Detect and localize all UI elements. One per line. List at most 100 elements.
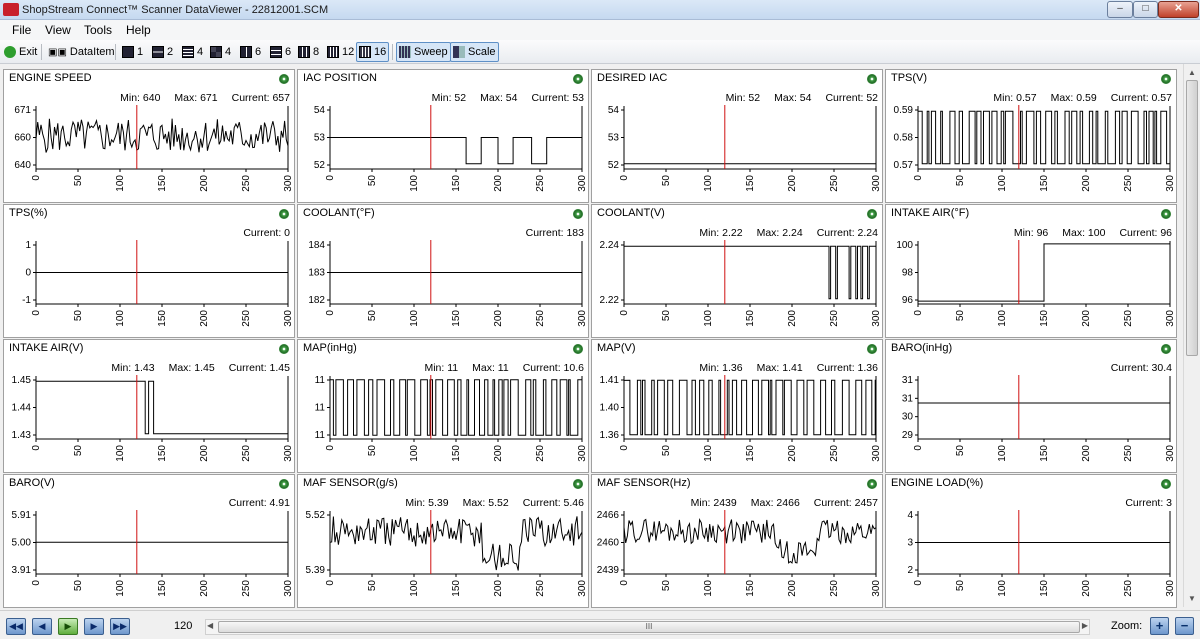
panel-select-icon[interactable] [279, 344, 289, 354]
layout-12-button[interactable]: 12 [325, 42, 356, 62]
plot-axes [917, 106, 1171, 170]
x-tick-label: 300 [871, 310, 882, 327]
max-value: Max: 1.45 [168, 362, 215, 374]
sensor-trace [330, 137, 582, 165]
panel-maf-sensor-hz[interactable]: MAF SENSOR(Hz) Min: 2439 Max: 2466 Current:… [591, 474, 883, 608]
panel-baro-inhg[interactable]: BARO(inHg) Current: 30.4 31 31 30 29 0 50 100 150… [885, 339, 1177, 473]
sweep-button[interactable]: Sweep [396, 42, 451, 62]
panel-select-icon[interactable] [573, 344, 583, 354]
skip-to-end-icon[interactable]: ▶▶ [110, 618, 130, 635]
y-tick-label: 2439 [597, 565, 620, 576]
y-tick-label: 5.00 [12, 538, 32, 549]
layout-16-button[interactable]: 16 [356, 42, 390, 62]
panel-stats: Min: 5.39 Max: 5.52 Current: 5.46 [391, 497, 584, 509]
step-forward-icon[interactable]: ▶ [84, 618, 104, 635]
y-tick-label: 1.44 [12, 403, 32, 414]
vertical-scrollbar[interactable]: ▲ ▼ [1183, 64, 1200, 607]
x-tick-label: 250 [535, 445, 546, 462]
menu-tools[interactable]: Tools [84, 23, 112, 37]
panel-desired-iac[interactable]: DESIRED IAC Min: 52 Max: 54 Current: 52 54 53… [591, 69, 883, 203]
panel-select-icon[interactable] [867, 479, 877, 489]
x-tick-label: 200 [493, 175, 504, 192]
menu-bar: File View Tools Help [0, 20, 1200, 40]
panel-select-icon[interactable] [279, 479, 289, 489]
panel-select-icon[interactable] [1161, 209, 1171, 219]
x-tick-label: 100 [997, 310, 1008, 327]
panel-intake-air-f[interactable]: INTAKE AIR(°F) Min: 96 Max: 100 Current: 96… [885, 204, 1177, 338]
min-value: Min: 2439 [690, 497, 737, 509]
layout-4b-button[interactable]: 4 [208, 42, 233, 62]
scale-button[interactable]: Scale [450, 42, 499, 62]
sensor-graph: 2.24 2.22 0 50 100 150 200 250 300 [600, 240, 882, 327]
skip-to-start-icon[interactable]: ◀◀ [6, 618, 26, 635]
scroll-left-icon[interactable]: ◀ [207, 621, 213, 630]
menu-file[interactable]: File [12, 23, 31, 37]
toolbar-separator [392, 44, 393, 60]
x-tick-label: 50 [367, 580, 378, 592]
current-value: Current: 0 [243, 227, 290, 239]
panel-tps-v[interactable]: TPS(V) Min: 0.57 Max: 0.59 Current: 0.57 0.5… [885, 69, 1177, 203]
panel-iac-position[interactable]: IAC POSITION Min: 52 Max: 54 Current: 53 54 5… [297, 69, 589, 203]
panel-intake-air-v[interactable]: INTAKE AIR(V) Min: 1.43 Max: 1.45 Current: … [3, 339, 295, 473]
close-button[interactable]: ✕ [1158, 1, 1199, 18]
layout-1-button[interactable]: 1 [120, 42, 145, 62]
panel-tps[interactable]: TPS(%) Current: 0 1 0 -1 0 50 100 150 200 250 300 [3, 204, 295, 338]
layout-6a-button[interactable]: 6 [238, 42, 263, 62]
sensor-graph: 4 3 20 50 100 150 200 250 300 [907, 510, 1176, 597]
menu-help[interactable]: Help [126, 23, 151, 37]
x-tick-label: 0 [619, 580, 630, 586]
panel-engine-speed[interactable]: ENGINE SPEED Min: 640 Max: 671 Current: 657… [3, 69, 295, 203]
panel-select-icon[interactable] [867, 74, 877, 84]
layout-2-button[interactable]: 2 [150, 42, 175, 62]
panel-maf-sensor-g-s[interactable]: MAF SENSOR(g/s) Min: 5.39 Max: 5.52 Current… [297, 474, 589, 608]
exit-label: Exit [19, 46, 38, 58]
panel-coolant-v[interactable]: COOLANT(V) Min: 2.22 Max: 2.24 Current: 2.2… [591, 204, 883, 338]
menu-view[interactable]: View [45, 23, 71, 37]
panel-select-icon[interactable] [867, 344, 877, 354]
x-tick-label: 300 [283, 445, 294, 462]
panel-select-icon[interactable] [573, 209, 583, 219]
scroll-right-icon[interactable]: ▶ [1082, 621, 1088, 630]
layout-icon [270, 46, 282, 58]
panel-baro-v[interactable]: BARO(V) Current: 4.91 5.91 5.00 3.91 0 50 100 15… [3, 474, 295, 608]
play-icon[interactable]: ▶ [58, 618, 78, 635]
y-tick-label: 3 [907, 538, 913, 549]
timeline-scrollbar[interactable]: ◀ III ▶ [205, 619, 1090, 635]
panel-coolant-f[interactable]: COOLANT(°F) Current: 183 184 183 182 0 50 100 15… [297, 204, 589, 338]
max-value: Max: 5.52 [462, 497, 509, 509]
panel-select-icon[interactable] [573, 74, 583, 84]
panel-map-inhg[interactable]: MAP(inHg) Min: 11 Max: 11 Current: 10.6 11 11… [297, 339, 589, 473]
dataitem-button[interactable]: ▣▣ DataItem [46, 42, 117, 62]
zoom-in-icon[interactable]: + [1150, 617, 1169, 635]
layout-6b-button[interactable]: 6 [268, 42, 293, 62]
panel-select-icon[interactable] [573, 479, 583, 489]
vertical-scroll-thumb[interactable] [1186, 80, 1198, 356]
scroll-up-icon[interactable]: ▲ [1188, 68, 1196, 77]
exit-button[interactable]: Exit [2, 42, 39, 62]
x-tick-label: 300 [577, 175, 588, 192]
layout-8-button[interactable]: 8 [296, 42, 321, 62]
panel-engine-load[interactable]: ENGINE LOAD(%) Current: 3 4 3 2 0 50 100 150 200 2… [885, 474, 1177, 608]
x-tick-label: 100 [703, 580, 714, 597]
minimize-button[interactable]: – [1107, 1, 1133, 18]
sensor-trace [329, 516, 583, 571]
x-tick-label: 150 [157, 445, 168, 462]
timeline-scroll-thumb[interactable]: III [218, 621, 1080, 633]
y-tick-label: 2.22 [600, 295, 620, 306]
layout-icon [240, 46, 252, 58]
max-value: Max: 54 [480, 92, 518, 104]
panel-select-icon[interactable] [279, 209, 289, 219]
panel-map-v[interactable]: MAP(V) Min: 1.36 Max: 1.41 Current: 1.36 1.4… [591, 339, 883, 473]
maximize-button[interactable]: □ [1133, 1, 1158, 18]
panel-select-icon[interactable] [1161, 479, 1171, 489]
panel-select-icon[interactable] [1161, 344, 1171, 354]
x-tick-label: 50 [367, 445, 378, 457]
zoom-out-icon[interactable]: − [1175, 617, 1194, 635]
panel-select-icon[interactable] [867, 209, 877, 219]
step-back-icon[interactable]: ◀ [32, 618, 52, 635]
layout-4a-button[interactable]: 4 [180, 42, 205, 62]
panel-select-icon[interactable] [1161, 74, 1171, 84]
scroll-down-icon[interactable]: ▼ [1188, 594, 1196, 603]
panel-select-icon[interactable] [279, 74, 289, 84]
y-tick-label: 3.91 [12, 565, 32, 576]
